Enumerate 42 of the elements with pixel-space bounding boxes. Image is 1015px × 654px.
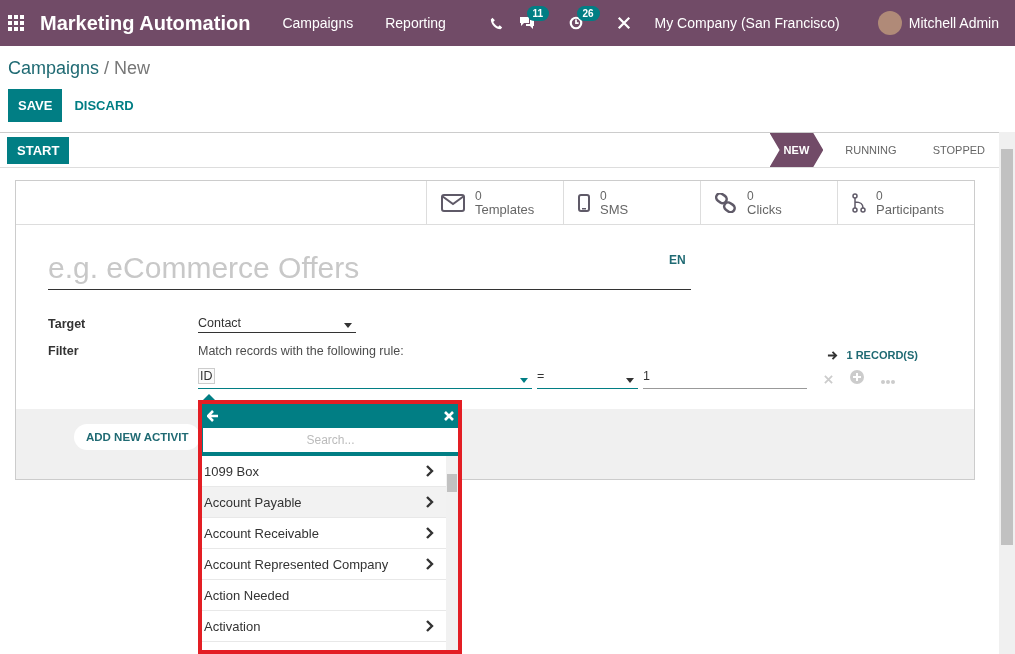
field-label: Target: [48, 316, 87, 331]
envelope-icon: [441, 193, 465, 212]
filter-description: Match records with the following rule:: [198, 344, 404, 358]
message-count-badge: 11: [526, 6, 550, 21]
clock-icon[interactable]: [568, 16, 583, 30]
close-icon[interactable]: [444, 411, 454, 421]
mobile-phone-icon: [578, 193, 590, 212]
back-arrow-icon[interactable]: [207, 410, 219, 422]
field-label: Filter: [48, 344, 80, 358]
scrollbar-thumb[interactable]: [447, 474, 457, 492]
menu-item[interactable]: Campaigns: [282, 15, 354, 31]
search-field[interactable]: Search...: [203, 428, 458, 452]
scrollbar-thumb[interactable]: [1001, 149, 1013, 545]
user-menu[interactable]: Mitchell Admin: [908, 15, 999, 31]
stat-button[interactable]: 0 SMS: [563, 181, 700, 224]
app-title: Marketing Automation: [40, 11, 251, 35]
chain-link-icon: [715, 192, 737, 213]
operator-select[interactable]: =: [537, 369, 638, 389]
breadcrumb-link[interactable]: Campaigns: [8, 58, 100, 79]
language-button[interactable]: EN: [669, 253, 686, 267]
stat-button[interactable]: 0 Templates: [426, 181, 563, 224]
field-path-select[interactable]: ID: [198, 369, 532, 389]
chat-bubbles-icon[interactable]: [518, 16, 535, 30]
stat-button[interactable]: 0 Clicks: [700, 181, 837, 224]
value-field[interactable]: 1: [643, 369, 807, 389]
save-button[interactable]: SAVE: [8, 89, 63, 122]
stat-button[interactable]: 0 Participants: [837, 181, 974, 224]
apps-grid-icon[interactable]: [8, 15, 24, 31]
company-switcher[interactable]: My Company (San Francisco): [654, 15, 840, 31]
discard-button[interactable]: DISCARD: [62, 89, 146, 122]
arrow-right-icon: [827, 349, 839, 361]
breadcrumb-current: / New: [104, 58, 151, 79]
status-stage[interactable]: NEW: [769, 133, 824, 167]
record-count-link[interactable]: 1 RECORD(S): [827, 349, 918, 361]
branch-icon: [852, 192, 866, 213]
activity-count-badge: 26: [576, 6, 600, 21]
target-select[interactable]: Contact: [198, 314, 356, 333]
field-list-item[interactable]: Account Payable: [202, 487, 446, 518]
menu-item[interactable]: Reporting: [385, 15, 446, 31]
add-activity-button[interactable]: ADD NEW ACTIVIT: [74, 424, 201, 450]
phone-icon[interactable]: [489, 16, 503, 30]
start-button[interactable]: START: [7, 136, 70, 164]
